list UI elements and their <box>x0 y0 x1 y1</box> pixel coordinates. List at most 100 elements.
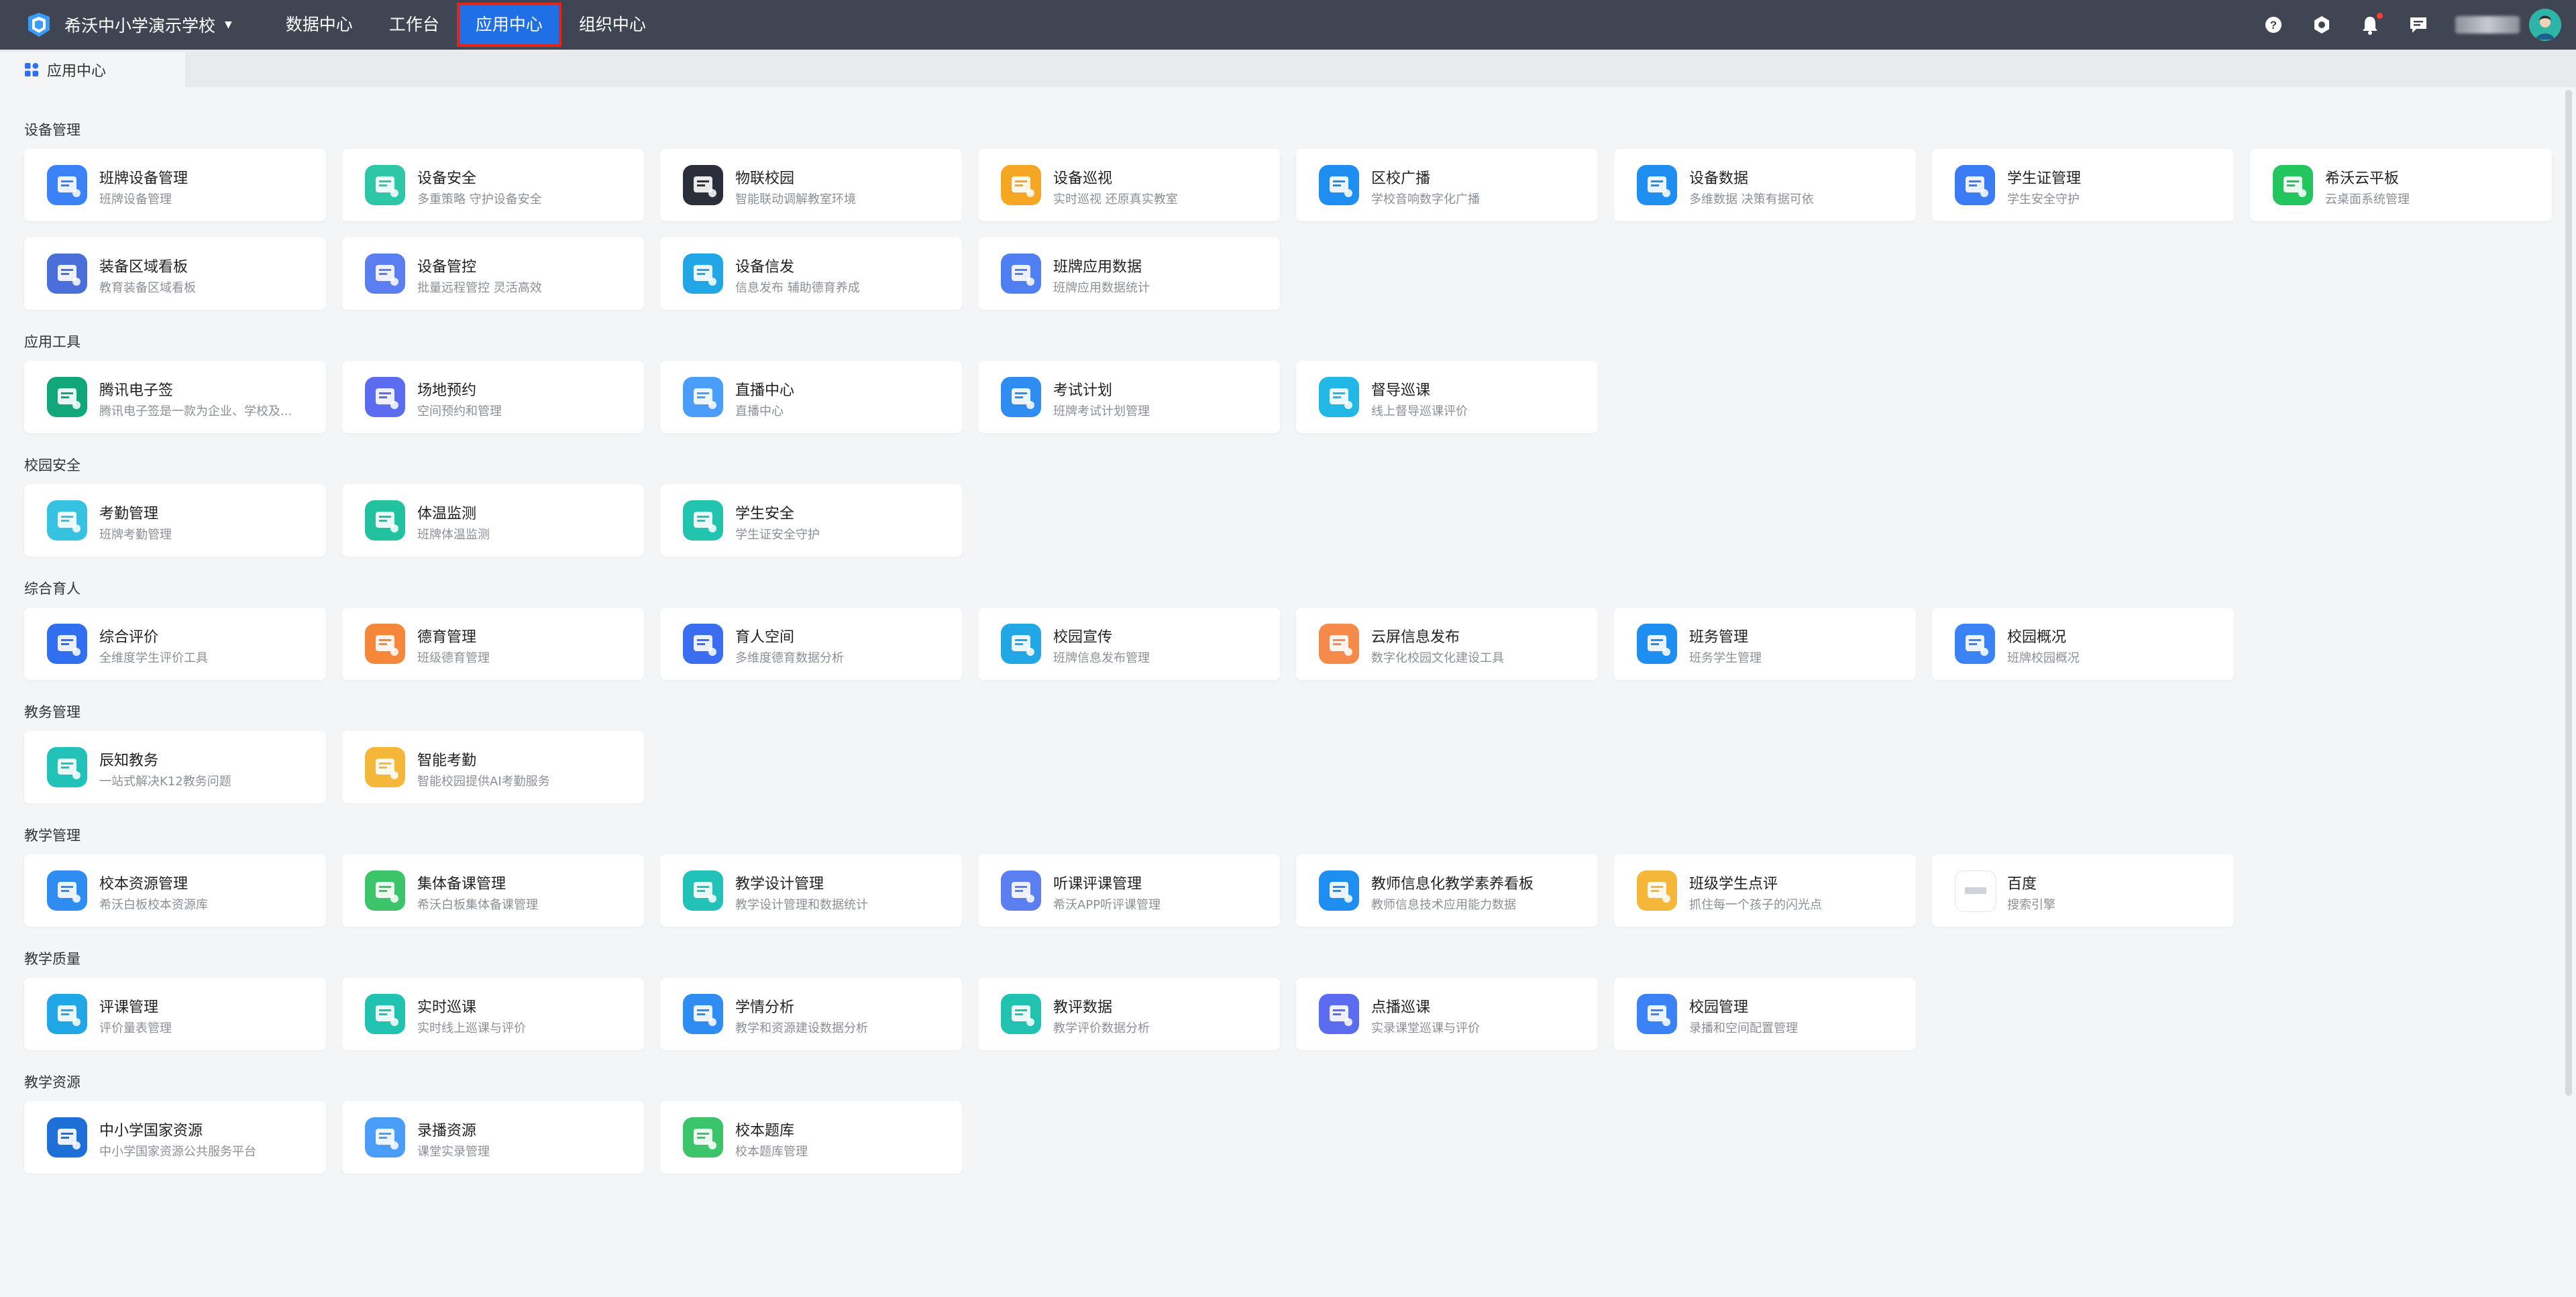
app-card[interactable]: 校园概况 班牌校园概况 <box>1932 608 2234 680</box>
app-card[interactable]: 教师信息化教学素养看板 教师信息技术应用能力数据 <box>1296 854 1598 927</box>
app-icon <box>1637 870 1677 911</box>
nav-item[interactable]: 数据中心 <box>270 5 369 44</box>
app-card[interactable]: 育人空间 多维度德育数据分析 <box>660 608 962 680</box>
app-card[interactable]: 直播中心 直播中心 <box>660 361 962 433</box>
app-card[interactable]: 班级学生点评 抓住每一个孩子的闪光点 <box>1614 854 1916 927</box>
app-card[interactable]: 学生证管理 学生安全守护 <box>1932 149 2234 221</box>
app-name: 德育管理 <box>417 629 477 646</box>
app-card[interactable]: 评课管理 评价量表管理 <box>24 978 326 1050</box>
app-card[interactable]: 云屏信息发布 数字化校园文化建设工具 <box>1296 608 1598 680</box>
app-card[interactable]: 德育管理 班级德育管理 <box>342 608 644 680</box>
app-description: 一站式解决K12教务问题 <box>99 775 231 789</box>
app-card[interactable]: 实时巡课 实时线上巡课与评价 <box>342 978 644 1050</box>
app-icon <box>1001 624 1041 664</box>
app-description: 空间预约和管理 <box>417 404 502 418</box>
app-name: 实时巡课 <box>417 999 477 1016</box>
app-icon <box>365 624 405 664</box>
app-name: 综合评价 <box>99 629 159 646</box>
app-name: 云屏信息发布 <box>1371 629 1460 646</box>
app-card[interactable]: 督导巡课 线上督导巡课评价 <box>1296 361 1598 433</box>
app-card[interactable]: 学情分析 教学和资源建设数据分析 <box>660 978 962 1050</box>
scrollbar[interactable] <box>2565 90 2572 1096</box>
app-card[interactable]: 校本题库 校本题库管理 <box>660 1101 962 1174</box>
app-icon <box>2273 165 2313 205</box>
user-name-blurred[interactable] <box>2455 16 2520 34</box>
app-name: 学生安全 <box>735 506 795 522</box>
app-card[interactable]: 设备安全 多重策略 守护设备安全 <box>342 149 644 221</box>
app-card[interactable]: 腾讯电子签 腾讯电子签是一款为企业、学校及... <box>24 361 326 433</box>
app-name: 校园宣传 <box>1053 629 1113 646</box>
nav-item[interactable]: 组织中心 <box>563 5 662 44</box>
app-card[interactable]: 点播巡课实录课堂巡课与评价 <box>1296 978 1598 1050</box>
message-icon[interactable] <box>2407 13 2430 36</box>
app-name: 评课管理 <box>99 999 159 1016</box>
app-description: 班牌设备管理 <box>99 192 172 207</box>
app-icon <box>47 253 87 294</box>
app-icon <box>1001 165 1041 205</box>
app-card[interactable]: 教评数据 教学评价数据分析 <box>978 978 1280 1050</box>
app-card[interactable]: 智能考勤 智能校园提供AI考勤服务 <box>342 731 644 803</box>
app-name: 育人空间 <box>735 629 795 646</box>
school-name[interactable]: 希沃中小学演示学校 <box>64 13 215 37</box>
app-card[interactable]: 设备巡视 实时巡视 还原真实教室 <box>978 149 1280 221</box>
app-card[interactable]: 听课评课管理 希沃APP听评课管理 <box>978 854 1280 927</box>
app-card[interactable]: 希沃云平板 云桌面系统管理 <box>2250 149 2552 221</box>
app-card[interactable]: 体温监测 班牌体温监测 <box>342 484 644 557</box>
app-card[interactable]: 校本资源管理 希沃白板校本资源库 <box>24 854 326 927</box>
app-card[interactable]: 班牌应用数据 班牌应用数据统计 <box>978 237 1280 310</box>
nav-item[interactable]: 工作台 <box>373 5 455 44</box>
app-card[interactable]: 综合评价 全维度学生评价工具 <box>24 608 326 680</box>
app-name: 百度 <box>2007 876 2037 893</box>
app-icon <box>47 624 87 664</box>
app-card[interactable]: 中小学国家资源 中小学国家资源公共服务平台 <box>24 1101 326 1174</box>
app-card[interactable]: 设备数据 多维数据 决策有据可依 <box>1614 149 1916 221</box>
app-card[interactable]: 装备区域看板 教育装备区域看板 <box>24 237 326 310</box>
app-name: 体温监测 <box>417 506 477 522</box>
app-card[interactable]: 集体备课管理 希沃白板集体备课管理 <box>342 854 644 927</box>
app-card[interactable]: 班牌设备管理 班牌设备管理 <box>24 149 326 221</box>
app-icon <box>365 1117 405 1158</box>
app-card[interactable]: 辰知教务 一站式解决K12教务问题 <box>24 731 326 803</box>
app-card[interactable]: 设备信发 信息发布 辅助德育养成 <box>660 237 962 310</box>
app-card[interactable]: 校园宣传 班牌信息发布管理 <box>978 608 1280 680</box>
app-icon <box>47 377 87 417</box>
app-name: 点播巡课 <box>1371 999 1431 1016</box>
app-icon <box>1637 165 1677 205</box>
avatar[interactable] <box>2529 9 2561 41</box>
app-card[interactable]: 考试计划 班牌考试计划管理 <box>978 361 1280 433</box>
app-icon <box>683 1117 723 1158</box>
app-description: 课堂实录管理 <box>417 1145 490 1159</box>
tab-app-center[interactable]: 应用中心 <box>0 52 185 87</box>
app-card[interactable]: 区校广播学校音响数字化广播 <box>1296 149 1598 221</box>
app-card[interactable]: 班务管理 班务学生管理 <box>1614 608 1916 680</box>
app-icon <box>365 870 405 911</box>
tab-bar: 应用中心 <box>0 50 2576 87</box>
grid-icon <box>25 62 39 76</box>
app-card[interactable]: 物联校园 智能联动调解教室环境 <box>660 149 962 221</box>
app-name: 区校广播 <box>1371 170 1431 187</box>
school-switcher[interactable]: 希沃中小学演示学校 ▼ <box>24 0 232 50</box>
app-name: 设备安全 <box>417 170 477 187</box>
app-description: 班牌应用数据统计 <box>1053 281 1150 295</box>
app-card[interactable]: 百度 搜索引擎 <box>1932 854 2234 927</box>
app-card[interactable]: 考勤管理 班牌考勤管理 <box>24 484 326 557</box>
app-description: 学校音响数字化广播 <box>1371 192 1480 207</box>
tab-label[interactable]: 应用中心 <box>47 59 106 80</box>
app-card[interactable]: 学生安全 学生证安全守护 <box>660 484 962 557</box>
app-name: 学情分析 <box>735 999 795 1016</box>
app-card[interactable]: 录播资源 课堂实录管理 <box>342 1101 644 1174</box>
help-icon[interactable]: ? <box>2262 13 2285 36</box>
nav-item[interactable]: 应用中心 <box>456 3 561 47</box>
app-card[interactable]: 场地预约 空间预约和管理 <box>342 361 644 433</box>
app-description: 实录课堂巡课与评价 <box>1371 1021 1480 1035</box>
chevron-down-icon[interactable]: ▼ <box>225 19 232 30</box>
app-description: 线上督导巡课评价 <box>1371 404 1468 418</box>
app-card[interactable]: 设备管控 批量远程管控 灵活高效 <box>342 237 644 310</box>
top-navigation-bar: 希沃中小学演示学校 ▼ 数据中心 工作台 应用中心 组织中心 ? <box>0 0 2576 50</box>
app-icon <box>365 377 405 417</box>
bell-icon[interactable] <box>2359 13 2383 36</box>
app-card[interactable]: 教学设计管理 教学设计管理和数据统计 <box>660 854 962 927</box>
app-icon <box>365 253 405 294</box>
app-card[interactable]: 校园管理 录播和空间配置管理 <box>1614 978 1916 1050</box>
settings-icon[interactable] <box>2310 13 2333 36</box>
